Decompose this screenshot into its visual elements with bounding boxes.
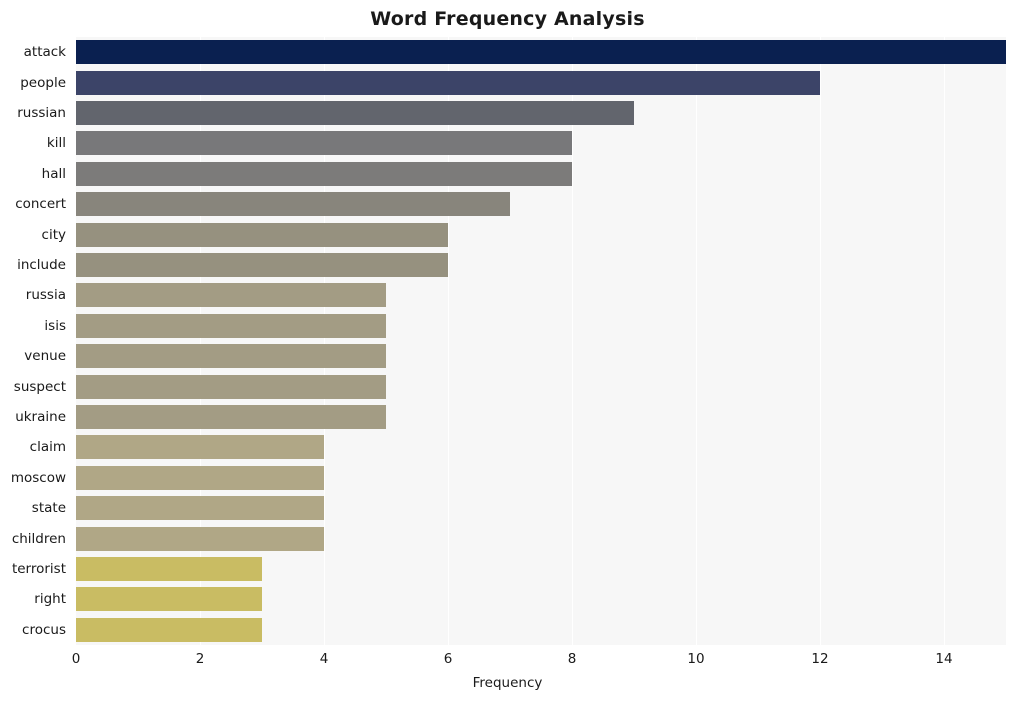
x-tick-label: 12	[811, 651, 829, 667]
gridline	[696, 37, 697, 645]
y-tick-label: crocus	[22, 621, 66, 638]
x-tick-label: 2	[195, 651, 205, 667]
y-tick-label: moscow	[10, 469, 66, 486]
gridline	[820, 37, 821, 645]
bar[interactable]	[76, 131, 572, 156]
word-frequency-chart: Word Frequency Analysis attack people russ…	[0, 0, 1015, 701]
y-tick-label: terrorist	[11, 561, 66, 577]
x-tick-label: 14	[935, 651, 953, 667]
bar[interactable]	[76, 70, 820, 95]
x-tick-label: 10	[687, 651, 705, 667]
bar[interactable]	[76, 100, 634, 125]
x-tick-label: 4	[319, 651, 329, 667]
bar[interactable]	[76, 252, 448, 277]
bar[interactable]	[76, 587, 262, 612]
y-tick-label: claim	[29, 439, 66, 456]
bar[interactable]	[76, 313, 386, 338]
y-tick-label: city	[41, 226, 66, 243]
y-tick-label: kill	[46, 135, 66, 152]
gridline	[944, 37, 945, 645]
gridline	[200, 37, 201, 645]
y-tick-label: isis	[44, 317, 66, 334]
x-tick-label: 8	[567, 651, 577, 667]
y-tick-label: concert	[15, 196, 66, 213]
page-title: Word Frequency Analysis	[370, 8, 645, 30]
bar[interactable]	[76, 404, 386, 429]
bar[interactable]	[76, 617, 262, 642]
bar[interactable]	[76, 556, 262, 581]
x-tick-label: 6	[443, 651, 453, 667]
y-tick-label: hall	[41, 165, 66, 182]
y-tick-label: venue	[24, 348, 66, 365]
gridline	[448, 37, 449, 645]
bar[interactable]	[76, 435, 324, 460]
y-tick-label: ukraine	[15, 409, 66, 425]
bar[interactable]	[76, 526, 324, 551]
bar[interactable]	[76, 283, 386, 308]
plot-area	[76, 37, 1006, 645]
bar[interactable]	[76, 465, 324, 490]
y-tick-label: russia	[25, 287, 66, 304]
bar[interactable]	[76, 40, 1006, 65]
y-tick-label: right	[34, 591, 66, 608]
gridline	[572, 37, 573, 645]
bar[interactable]	[76, 374, 386, 399]
bar[interactable]	[76, 161, 572, 186]
y-tick-label: include	[17, 257, 66, 273]
y-tick-label: attack	[23, 44, 66, 61]
bar[interactable]	[76, 344, 386, 369]
x-axis-title: Frequency	[472, 675, 543, 691]
bar[interactable]	[76, 496, 324, 521]
y-tick-label: children	[11, 530, 66, 547]
y-tick-label: state	[31, 500, 66, 517]
bar[interactable]	[76, 192, 510, 217]
y-tick-label: people	[20, 74, 66, 91]
x-tick-label: 0	[71, 651, 81, 667]
bar[interactable]	[76, 222, 448, 247]
gridline	[324, 37, 325, 645]
y-tick-label: russian	[17, 105, 66, 121]
y-tick-label: suspect	[13, 378, 66, 395]
